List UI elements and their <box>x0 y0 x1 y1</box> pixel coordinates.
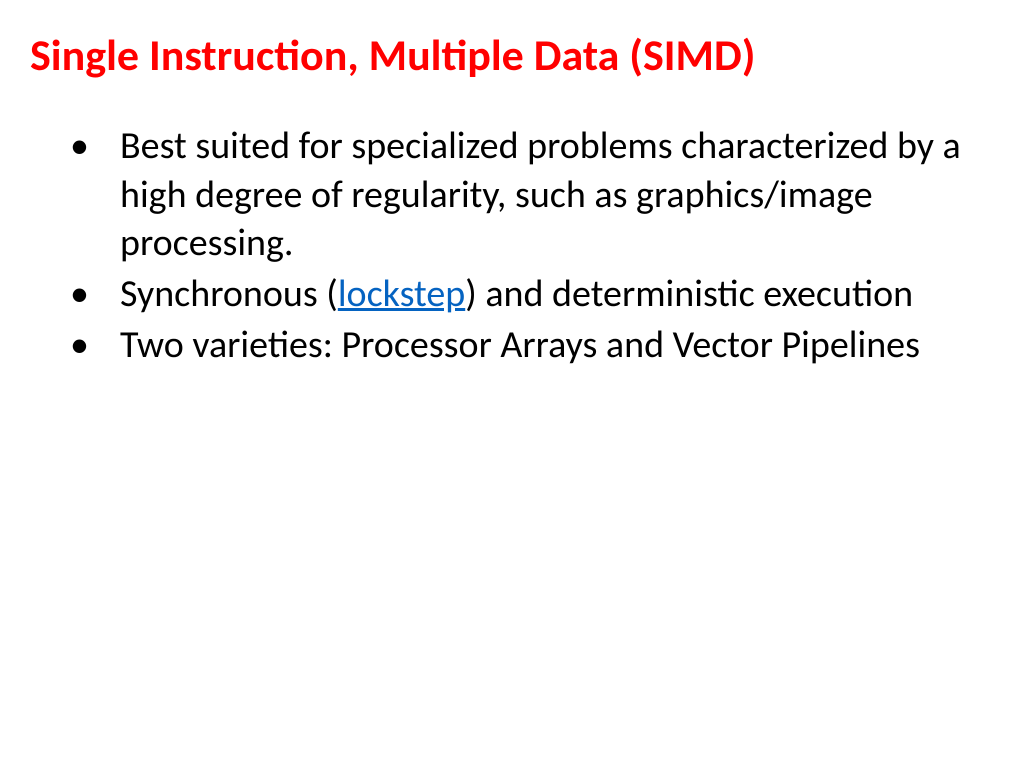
slide-title: Single Instruction, Multiple Data (SIMD) <box>30 28 994 82</box>
bullet-text: Best suited for specialized problems cha… <box>120 123 961 266</box>
bullet-text: Two varieties: Processor Arrays and Vect… <box>120 322 920 368</box>
bullet-text-prefix: Synchronous ( <box>120 271 338 317</box>
lockstep-link[interactable]: lockstep <box>338 271 465 317</box>
list-item: Two varieties: Processor Arrays and Vect… <box>70 321 994 370</box>
bullet-text-suffix: ) and deterministic execution <box>465 271 913 317</box>
bullet-list: Best suited for specialized problems cha… <box>30 122 994 369</box>
list-item: Best suited for specialized problems cha… <box>70 122 994 268</box>
list-item: Synchronous (lockstep) and deterministic… <box>70 270 994 319</box>
